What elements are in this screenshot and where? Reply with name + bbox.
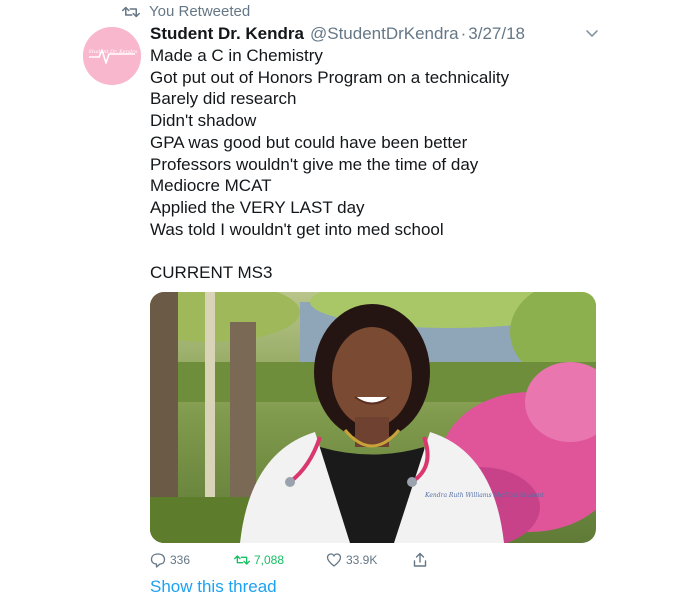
- share-button[interactable]: [412, 552, 428, 568]
- heart-icon: [326, 553, 342, 567]
- avatar-caption: Student Dr. Kendra: [88, 49, 137, 55]
- tweet-header: Student Dr. Kendra @StudentDrKendra · 3/…: [150, 24, 525, 44]
- show-thread-link[interactable]: Show this thread: [150, 577, 277, 597]
- chevron-down-icon[interactable]: [585, 29, 599, 39]
- reply-icon: [150, 553, 166, 568]
- tweet-date[interactable]: 3/27/18: [468, 24, 525, 44]
- reply-button[interactable]: 336: [150, 552, 190, 568]
- tweet-photo[interactable]: Kendra Ruth Williams Medical Student: [150, 292, 596, 543]
- reply-count: 336: [170, 553, 191, 567]
- tweet-text: Made a C in Chemistry Got put out of Hon…: [150, 46, 510, 283]
- retweet-icon: [234, 555, 250, 565]
- coat-embroidery: Kendra Ruth Williams Medical Student: [424, 492, 544, 499]
- retweet-context: You Retweeted: [122, 3, 250, 20]
- retweet-icon: [122, 6, 140, 17]
- action-bar: 336 7,088 33.9K: [150, 552, 450, 572]
- avatar[interactable]: Student Dr. Kendra: [83, 27, 141, 85]
- retweet-count: 7,088: [254, 553, 285, 567]
- retweet-button[interactable]: 7,088: [234, 552, 284, 568]
- author-handle[interactable]: @StudentDrKendra: [310, 24, 459, 44]
- like-count: 33.9K: [346, 553, 378, 567]
- like-button[interactable]: 33.9K: [326, 552, 377, 568]
- separator-dot: ·: [460, 24, 467, 43]
- avatar-logo: Student Dr. Kendra: [83, 27, 141, 85]
- share-icon: [413, 552, 427, 567]
- author-name[interactable]: Student Dr. Kendra: [150, 24, 304, 44]
- retweet-context-label: You Retweeted: [149, 3, 251, 20]
